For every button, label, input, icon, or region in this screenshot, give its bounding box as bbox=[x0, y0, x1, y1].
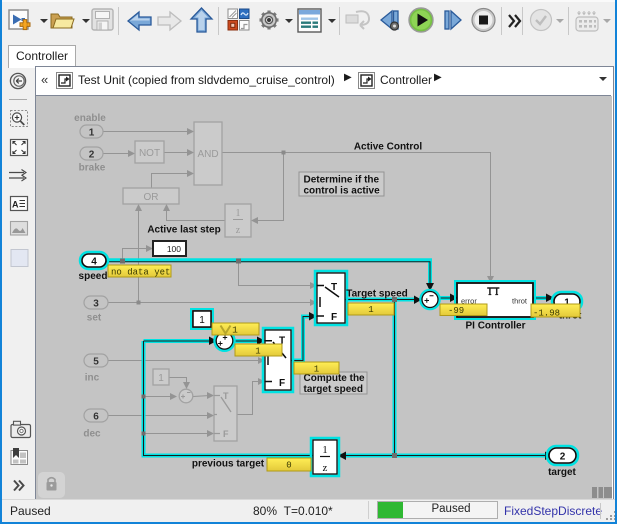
svg-text:z: z bbox=[323, 462, 328, 474]
svg-text:Active last step: Active last step bbox=[147, 225, 220, 236]
svg-text:5: 5 bbox=[93, 357, 99, 368]
svg-text:2: 2 bbox=[560, 452, 566, 463]
svg-text:no data yet: no data yet bbox=[111, 268, 170, 278]
svg-text:set: set bbox=[87, 313, 102, 324]
svg-text:2: 2 bbox=[89, 150, 95, 161]
svg-text:NOT: NOT bbox=[139, 148, 160, 159]
svg-text:z: z bbox=[236, 225, 241, 236]
svg-text:Determine if the: Determine if the bbox=[304, 175, 380, 186]
svg-text:target: target bbox=[548, 467, 576, 478]
svg-text:Target speed: Target speed bbox=[346, 289, 408, 300]
svg-text:F: F bbox=[279, 378, 285, 389]
svg-text:0: 0 bbox=[286, 461, 291, 471]
svg-text:F: F bbox=[331, 312, 337, 323]
svg-text:-1.98: -1.98 bbox=[533, 309, 560, 319]
svg-text:speed: speed bbox=[79, 271, 108, 282]
svg-text:inc: inc bbox=[85, 373, 100, 384]
svg-text:control is active: control is active bbox=[304, 186, 381, 197]
svg-text:PI Controller: PI Controller bbox=[465, 321, 525, 332]
svg-text:F: F bbox=[223, 429, 229, 439]
svg-text:-99: -99 bbox=[448, 306, 464, 316]
svg-text:1: 1 bbox=[368, 305, 373, 315]
svg-text:AND: AND bbox=[197, 149, 218, 160]
svg-text:1: 1 bbox=[199, 315, 205, 326]
svg-text:brake: brake bbox=[79, 163, 106, 174]
svg-text:1: 1 bbox=[314, 365, 319, 375]
svg-text:Active Control: Active Control bbox=[354, 142, 423, 153]
svg-text:OR: OR bbox=[144, 192, 159, 203]
svg-text:A: A bbox=[12, 200, 19, 210]
svg-text:1: 1 bbox=[255, 347, 260, 357]
svg-text:1: 1 bbox=[89, 128, 95, 139]
svg-text:1: 1 bbox=[322, 444, 328, 456]
svg-text:dec: dec bbox=[83, 429, 101, 440]
svg-text:1: 1 bbox=[236, 208, 241, 219]
svg-text:1: 1 bbox=[232, 325, 238, 336]
svg-text:previous target: previous target bbox=[192, 459, 265, 470]
svg-text:target speed: target speed bbox=[304, 384, 363, 395]
svg-text:1: 1 bbox=[158, 373, 164, 384]
svg-text:T: T bbox=[223, 391, 229, 401]
svg-text:throt: throt bbox=[512, 297, 528, 306]
svg-text:6: 6 bbox=[93, 412, 99, 423]
svg-text:enable: enable bbox=[74, 113, 106, 124]
svg-text:T: T bbox=[331, 282, 337, 293]
svg-text:Compute the: Compute the bbox=[304, 373, 366, 384]
svg-text:100: 100 bbox=[167, 244, 181, 254]
svg-text:3: 3 bbox=[93, 299, 99, 310]
svg-text:4: 4 bbox=[91, 257, 97, 268]
